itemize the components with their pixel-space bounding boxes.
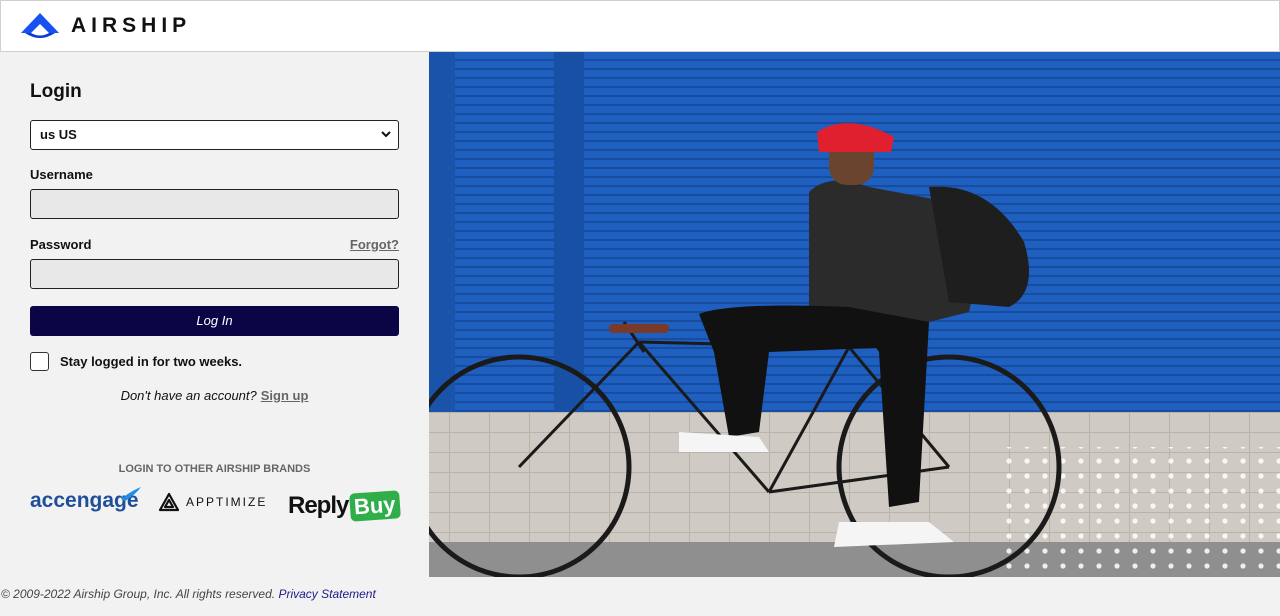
signup-prompt: Don't have an account? Sign up bbox=[0, 388, 429, 403]
region-select-value: us US bbox=[40, 127, 77, 142]
region-select[interactable]: us US bbox=[30, 120, 399, 150]
login-button[interactable]: Log In bbox=[30, 306, 399, 336]
apptimize-icon bbox=[158, 492, 180, 512]
signup-link[interactable]: Sign up bbox=[261, 388, 309, 403]
top-header: AIRSHIP bbox=[0, 0, 1280, 52]
hero-image bbox=[429, 52, 1280, 577]
apptimize-logo-text: APPTIMIZE bbox=[186, 495, 268, 509]
accengage-swoosh-icon bbox=[120, 487, 141, 501]
footer: © 2009-2022 Airship Group, Inc. All righ… bbox=[0, 577, 1280, 616]
other-brands-heading: LOGIN TO OTHER AIRSHIP BRANDS bbox=[118, 463, 311, 475]
username-label: Username bbox=[30, 167, 93, 182]
password-input[interactable] bbox=[30, 259, 399, 289]
login-panel: Login us US Username Password Forgot? Lo… bbox=[0, 52, 429, 577]
chevron-down-icon bbox=[381, 131, 391, 138]
no-account-text: Don't have an account? bbox=[120, 388, 257, 403]
page-title: Login bbox=[30, 81, 82, 102]
privacy-statement-link[interactable]: Privacy Statement bbox=[278, 587, 375, 601]
apptimize-logo[interactable]: APPTIMIZE bbox=[158, 492, 267, 512]
forgot-password-link[interactable]: Forgot? bbox=[350, 237, 399, 252]
password-label: Password bbox=[30, 237, 92, 252]
username-input[interactable] bbox=[30, 189, 399, 219]
airship-logo[interactable]: AIRSHIP bbox=[21, 13, 191, 39]
stay-logged-in-checkbox[interactable] bbox=[30, 352, 49, 371]
stay-logged-in-label: Stay logged in for two weeks. bbox=[60, 354, 243, 369]
replybuy-logo[interactable]: Reply Buy bbox=[288, 490, 401, 522]
footer-text: © 2009-2022 Airship Group, Inc. All righ… bbox=[1, 587, 376, 601]
replybuy-buy-text: Buy bbox=[349, 490, 401, 522]
accengage-logo[interactable]: accengage bbox=[30, 487, 141, 513]
replybuy-reply-text: Reply bbox=[288, 492, 349, 519]
copyright-text: © 2009-2022 Airship Group, Inc. All righ… bbox=[1, 587, 276, 601]
brand-name: AIRSHIP bbox=[71, 14, 192, 37]
cyclist-illustration bbox=[429, 52, 1280, 577]
airship-logo-icon bbox=[21, 13, 59, 38]
